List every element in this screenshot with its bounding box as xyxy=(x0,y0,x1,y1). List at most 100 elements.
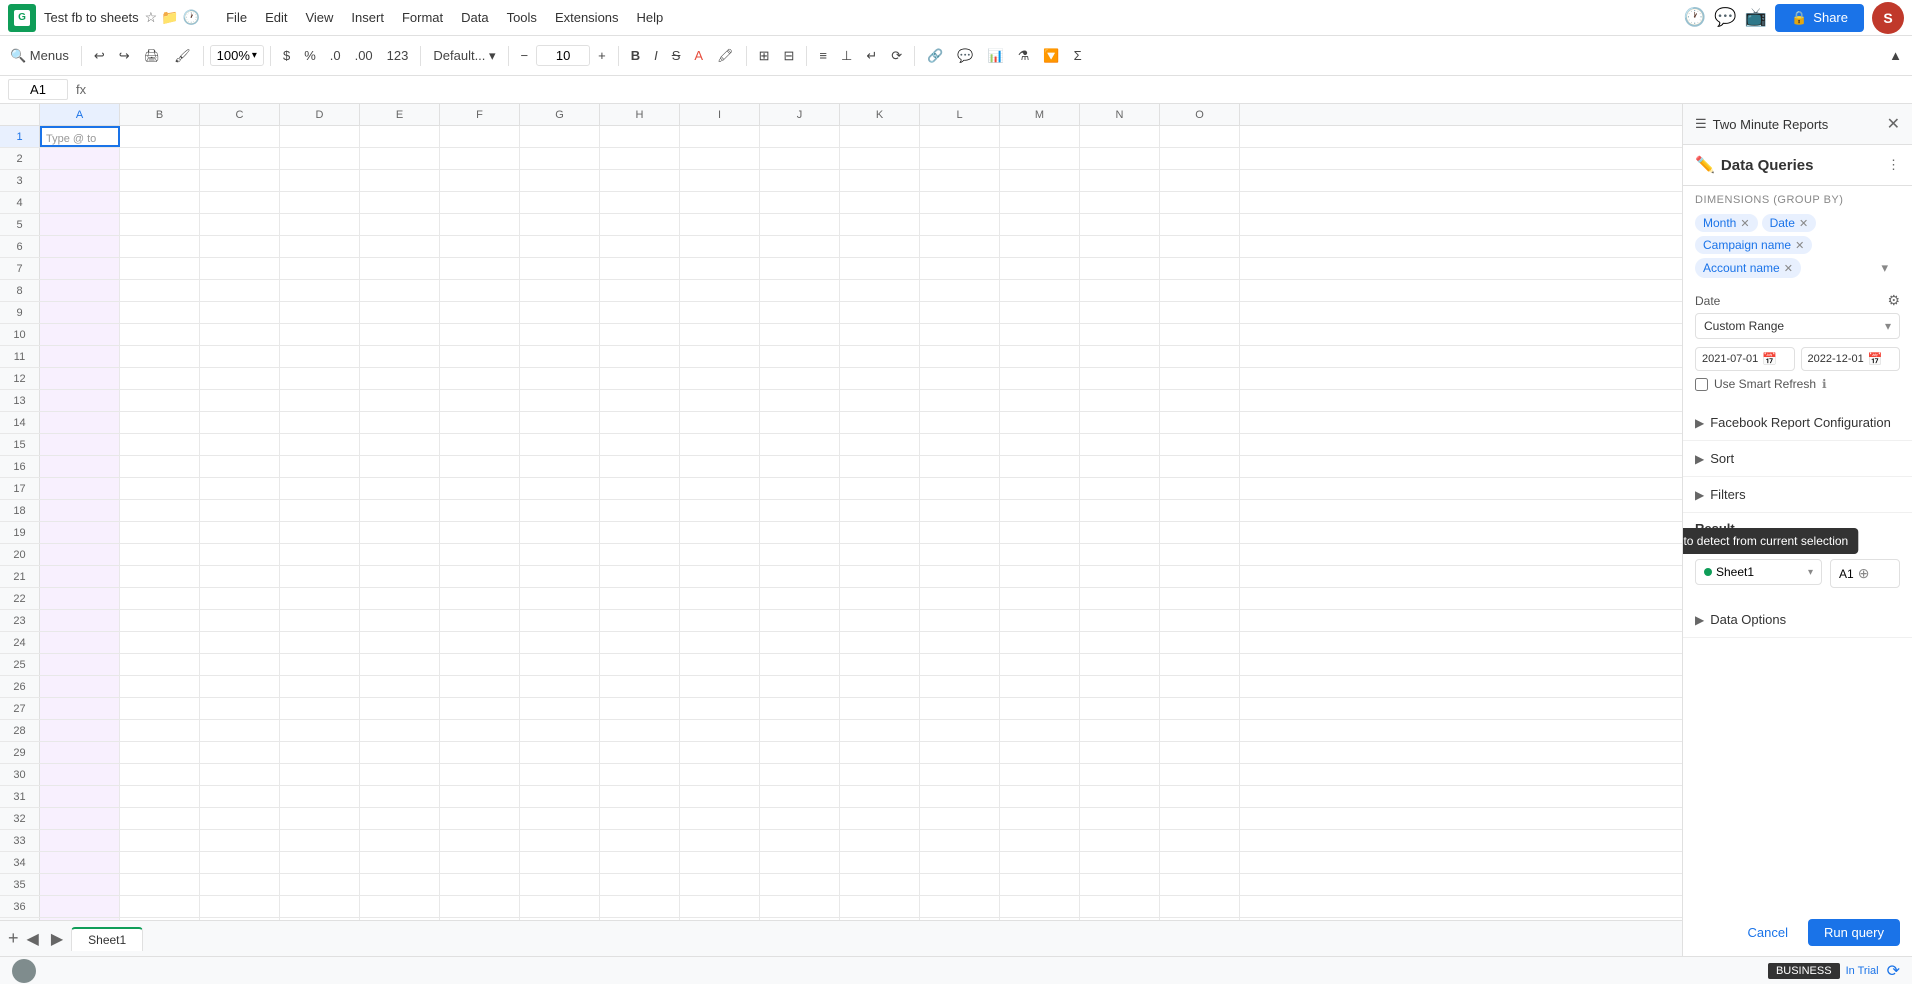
cast-icon[interactable]: 📺 xyxy=(1745,7,1767,28)
cell-O27[interactable] xyxy=(1160,698,1240,719)
cell-D32[interactable] xyxy=(280,808,360,829)
cell-G8[interactable] xyxy=(520,280,600,301)
align-button[interactable]: ≡ xyxy=(813,44,833,67)
cell-E5[interactable] xyxy=(360,214,440,235)
cell-L34[interactable] xyxy=(920,852,1000,873)
cell-A31[interactable] xyxy=(40,786,120,807)
cell-K17[interactable] xyxy=(840,478,920,499)
cell-O1[interactable] xyxy=(1160,126,1240,147)
cell-E10[interactable] xyxy=(360,324,440,345)
cell-H31[interactable] xyxy=(600,786,680,807)
cell-F15[interactable] xyxy=(440,434,520,455)
wrap-button[interactable]: ↵ xyxy=(860,44,883,68)
functions-button[interactable]: Σ xyxy=(1068,44,1088,67)
font-size-input[interactable] xyxy=(543,48,583,63)
cell-K31[interactable] xyxy=(840,786,920,807)
cell-N26[interactable] xyxy=(1080,676,1160,697)
cell-L20[interactable] xyxy=(920,544,1000,565)
cell-E7[interactable] xyxy=(360,258,440,279)
cell-L1[interactable] xyxy=(920,126,1000,147)
text-color-button[interactable]: A xyxy=(688,44,709,67)
cell-N16[interactable] xyxy=(1080,456,1160,477)
cell-K15[interactable] xyxy=(840,434,920,455)
cell-I12[interactable] xyxy=(680,368,760,389)
cell-J25[interactable] xyxy=(760,654,840,675)
cell-A19[interactable] xyxy=(40,522,120,543)
cell-K23[interactable] xyxy=(840,610,920,631)
cell-O9[interactable] xyxy=(1160,302,1240,323)
row-number-9[interactable]: 9 xyxy=(0,302,40,323)
date-end-input[interactable]: 2022-12-01 📅 xyxy=(1801,347,1901,371)
col-header-g[interactable]: G xyxy=(520,104,600,125)
cell-L26[interactable] xyxy=(920,676,1000,697)
cell-D12[interactable] xyxy=(280,368,360,389)
cell-O29[interactable] xyxy=(1160,742,1240,763)
cell-C26[interactable] xyxy=(200,676,280,697)
row-number-28[interactable]: 28 xyxy=(0,720,40,741)
cell-J16[interactable] xyxy=(760,456,840,477)
cell-I5[interactable] xyxy=(680,214,760,235)
cell-L19[interactable] xyxy=(920,522,1000,543)
cell-H24[interactable] xyxy=(600,632,680,653)
cell-G3[interactable] xyxy=(520,170,600,191)
cell-H25[interactable] xyxy=(600,654,680,675)
cell-E21[interactable] xyxy=(360,566,440,587)
cell-K9[interactable] xyxy=(840,302,920,323)
cell-G13[interactable] xyxy=(520,390,600,411)
strikethrough-button[interactable]: S xyxy=(666,44,687,67)
cell-B23[interactable] xyxy=(120,610,200,631)
cell-F8[interactable] xyxy=(440,280,520,301)
cell-J4[interactable] xyxy=(760,192,840,213)
cell-A28[interactable] xyxy=(40,720,120,741)
cell-E11[interactable] xyxy=(360,346,440,367)
cell-C19[interactable] xyxy=(200,522,280,543)
cell-I1[interactable] xyxy=(680,126,760,147)
cell-N1[interactable] xyxy=(1080,126,1160,147)
history-icon[interactable]: 🕐 xyxy=(183,9,200,26)
col-header-m[interactable]: M xyxy=(1000,104,1080,125)
cell-B14[interactable] xyxy=(120,412,200,433)
cell-G17[interactable] xyxy=(520,478,600,499)
tag-date-remove[interactable]: ✕ xyxy=(1799,217,1808,230)
col-header-i[interactable]: I xyxy=(680,104,760,125)
row-number-32[interactable]: 32 xyxy=(0,808,40,829)
cell-H13[interactable] xyxy=(600,390,680,411)
cell-F17[interactable] xyxy=(440,478,520,499)
cell-E30[interactable] xyxy=(360,764,440,785)
cell-B21[interactable] xyxy=(120,566,200,587)
cell-H15[interactable] xyxy=(600,434,680,455)
cell-J32[interactable] xyxy=(760,808,840,829)
cell-L25[interactable] xyxy=(920,654,1000,675)
cell-K3[interactable] xyxy=(840,170,920,191)
cell-H11[interactable] xyxy=(600,346,680,367)
date-start-input[interactable]: 2021-07-01 📅 xyxy=(1695,347,1795,371)
cell-H23[interactable] xyxy=(600,610,680,631)
cell-F1[interactable] xyxy=(440,126,520,147)
cell-B18[interactable] xyxy=(120,500,200,521)
cell-M4[interactable] xyxy=(1000,192,1080,213)
cell-J35[interactable] xyxy=(760,874,840,895)
cell-C5[interactable] xyxy=(200,214,280,235)
cell-E31[interactable] xyxy=(360,786,440,807)
row-number-23[interactable]: 23 xyxy=(0,610,40,631)
cell-O34[interactable] xyxy=(1160,852,1240,873)
cell-D23[interactable] xyxy=(280,610,360,631)
cell-D3[interactable] xyxy=(280,170,360,191)
cell-L12[interactable] xyxy=(920,368,1000,389)
cell-F28[interactable] xyxy=(440,720,520,741)
cell-B11[interactable] xyxy=(120,346,200,367)
cell-F37[interactable] xyxy=(440,918,520,920)
cell-M5[interactable] xyxy=(1000,214,1080,235)
chat-icon[interactable]: 💬 xyxy=(1714,7,1736,28)
cell-D4[interactable] xyxy=(280,192,360,213)
cell-J20[interactable] xyxy=(760,544,840,565)
cell-E35[interactable] xyxy=(360,874,440,895)
cell-N11[interactable] xyxy=(1080,346,1160,367)
cell-D13[interactable] xyxy=(280,390,360,411)
cell-G27[interactable] xyxy=(520,698,600,719)
cell-A33[interactable] xyxy=(40,830,120,851)
cell-J6[interactable] xyxy=(760,236,840,257)
cell-G12[interactable] xyxy=(520,368,600,389)
cell-H12[interactable] xyxy=(600,368,680,389)
cell-G18[interactable] xyxy=(520,500,600,521)
